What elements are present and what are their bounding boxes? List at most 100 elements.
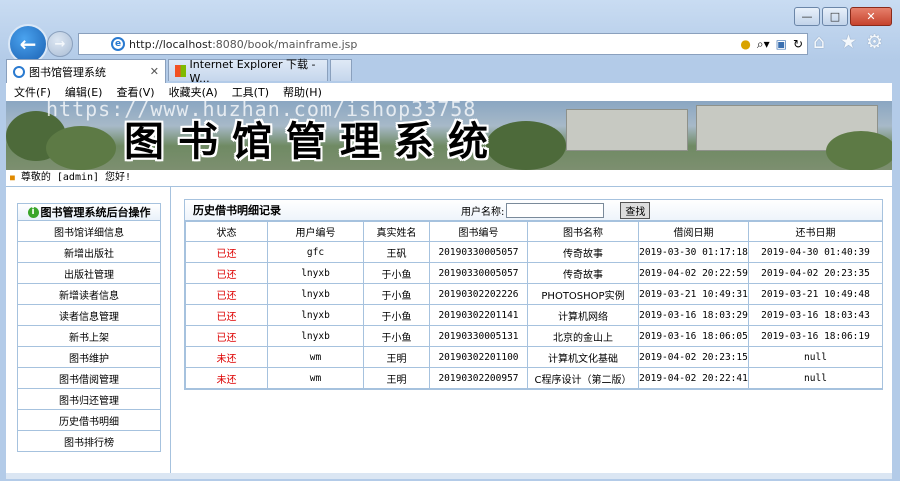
book-name-cell: C程序设计（第二版）	[527, 367, 639, 389]
sidebar-item-library-info[interactable]: 图书馆详细信息	[18, 221, 160, 242]
sidebar-item-new-books[interactable]: 新书上架	[18, 326, 160, 347]
real-name-cell: 于小鱼	[363, 262, 430, 284]
table-row: 未还 wm 王明 20190302201100 计算机文化基础 2019-04-02 20…	[185, 346, 883, 368]
search-icon[interactable]: ⌕▾	[757, 37, 770, 52]
sidebar-item-add-publisher[interactable]: 新增出版社	[18, 242, 160, 263]
favorites-star-icon[interactable]: ★	[840, 31, 857, 53]
maximize-button[interactable]: □	[822, 7, 848, 26]
borrow-date-cell: 2019-03-16 18:03:29	[638, 304, 749, 326]
menu-file[interactable]: 文件(F)	[14, 84, 51, 100]
table-row: 已还 lnyxb 于小鱼 20190302201141 计算机网络 2019-03-16 …	[185, 304, 883, 326]
real-name-cell: 于小鱼	[363, 283, 430, 305]
sidebar-item-book-ranking[interactable]: 图书排行榜	[18, 431, 160, 451]
menu-edit[interactable]: 编辑(E)	[65, 84, 103, 100]
return-date-cell: 2019-03-16 18:06:19	[748, 325, 883, 347]
history-table: 状态 用户编号 真实姓名 图书编号 图书名称 借阅日期 还书日期 已还 gfc 王矾…	[185, 221, 883, 389]
status-cell: 已还	[185, 304, 268, 326]
status-cell: 已还	[185, 241, 268, 263]
new-tab-button[interactable]	[330, 59, 352, 81]
status-cell: 未还	[185, 346, 268, 368]
column-header: 借阅日期	[638, 221, 749, 242]
frame-divider	[170, 187, 171, 473]
settings-gear-icon[interactable]: ⚙	[866, 31, 883, 53]
user-id-cell: gfc	[267, 241, 364, 263]
return-date-cell: 2019-04-30 01:40:39	[748, 241, 883, 263]
user-name-label: 用户名称:	[461, 206, 505, 218]
panel-title: 历史借书明细记录	[193, 204, 281, 217]
info-icon: i	[27, 206, 39, 218]
browser-window: — □ ✕ ← → e http://localhost:8080/book/m…	[0, 0, 900, 481]
borrow-date-cell: 2019-04-02 20:22:41	[638, 367, 749, 389]
table-header-row: 状态 用户编号 真实姓名 图书编号 图书名称 借阅日期 还书日期	[185, 221, 883, 242]
search-button[interactable]: 查找	[620, 201, 651, 219]
borrow-date-cell: 2019-03-21 10:49:31	[638, 283, 749, 305]
book-id-cell: 20190330005057	[429, 262, 528, 284]
user-id-cell: lnyxb	[267, 283, 364, 305]
real-name-cell: 王明	[363, 346, 430, 368]
windows-logo-icon	[175, 64, 186, 77]
user-id-cell: wm	[267, 346, 364, 368]
close-window-button[interactable]: ✕	[850, 7, 892, 26]
sidebar-item-publisher-manage[interactable]: 出版社管理	[18, 263, 160, 284]
column-header: 用户编号	[267, 221, 364, 242]
forward-button[interactable]: →	[47, 31, 73, 57]
table-row: 已还 gfc 王矾 20190330005057 传奇故事 2019-03-30 01:1…	[185, 241, 883, 263]
menu-view[interactable]: 查看(V)	[116, 84, 154, 100]
table-row: 已还 lnyxb 于小鱼 20190330005057 传奇故事 2019-04-02 2…	[185, 262, 883, 284]
greeting-bar: ■ 尊敬的 [admin] 您好!	[6, 170, 892, 187]
refresh-icon[interactable]: ↻	[793, 37, 803, 52]
back-button[interactable]: ←	[8, 24, 48, 64]
minimize-button[interactable]: —	[794, 7, 820, 26]
address-bar[interactable]: e http://localhost:8080/book/mainframe.j…	[78, 33, 808, 55]
real-name-cell: 于小鱼	[363, 325, 430, 347]
borrow-date-cell: 2019-03-16 18:06:05	[638, 325, 749, 347]
sidebar-item-add-reader[interactable]: 新增读者信息	[18, 284, 160, 305]
user-name-input[interactable]	[506, 202, 605, 218]
address-url[interactable]: http://localhost:8080/book/mainframe.jsp	[129, 38, 740, 51]
sidebar-item-reader-manage[interactable]: 读者信息管理	[18, 305, 160, 326]
tab-ie-download[interactable]: Internet Explorer 下载 - W...	[168, 58, 328, 85]
user-id-cell: lnyxb	[267, 325, 364, 347]
book-id-cell: 20190302201141	[429, 304, 528, 326]
menu-bar: 文件(F) 编辑(E) 查看(V) 收藏夹(A) 工具(T) 帮助(H)	[6, 83, 892, 102]
arrow-right-icon: →	[54, 36, 66, 52]
real-name-cell: 王矾	[363, 241, 430, 263]
watermark-text: https://www.huzhan.com/ishop33758	[46, 101, 477, 121]
book-id-cell: 20190302202226	[429, 283, 528, 305]
menu-tools[interactable]: 工具(T)	[232, 84, 269, 100]
borrow-date-cell: 2019-03-30 01:17:18	[638, 241, 749, 263]
ie-page-icon: e	[111, 37, 125, 51]
book-name-cell: 计算机文化基础	[527, 346, 639, 368]
sidebar-item-return-manage[interactable]: 图书归还管理	[18, 389, 160, 410]
table-row: 未还 wm 王明 20190302200957 C程序设计（第二版） 2019-04-02…	[185, 367, 883, 389]
return-date-cell: null	[748, 367, 883, 389]
column-header: 真实姓名	[363, 221, 430, 242]
history-panel-header: 历史借书明细记录 用户名称: 查找	[185, 200, 882, 221]
borrow-date-cell: 2019-04-02 20:23:15	[638, 346, 749, 368]
history-panel: 历史借书明细记录 用户名称: 查找 状态 用户编号 真实姓名 图书编号 图书名称	[184, 199, 883, 390]
borrow-date-cell: 2019-04-02 20:22:59	[638, 262, 749, 284]
return-date-cell: null	[748, 346, 883, 368]
user-id-cell: wm	[267, 367, 364, 389]
close-tab-icon[interactable]: ✕	[150, 65, 159, 78]
tab-library[interactable]: 图书馆管理系统 ✕	[6, 59, 166, 83]
sidebar-item-borrow-manage[interactable]: 图书借阅管理	[18, 368, 160, 389]
ie-tab-icon	[13, 65, 25, 78]
compat-icon[interactable]: ●	[740, 37, 750, 52]
menu-help[interactable]: 帮助(H)	[283, 84, 322, 100]
broken-page-icon[interactable]: ▣	[776, 37, 787, 52]
real-name-cell: 王明	[363, 367, 430, 389]
sidebar-item-book-maintain[interactable]: 图书维护	[18, 347, 160, 368]
arrow-left-icon: ←	[19, 32, 37, 56]
sidebar-item-borrow-history[interactable]: 历史借书明细	[18, 410, 160, 431]
page-content: 图书馆管理系统 https://www.huzhan.com/ishop3375…	[6, 101, 892, 473]
book-name-cell: 北京的金山上	[527, 325, 639, 347]
site-banner: 图书馆管理系统 https://www.huzhan.com/ishop3375…	[6, 101, 892, 170]
bullet-icon: ■	[10, 173, 15, 182]
home-icon[interactable]: ⌂	[813, 31, 825, 53]
menu-favorites[interactable]: 收藏夹(A)	[169, 84, 218, 100]
column-header: 图书名称	[527, 221, 639, 242]
sidebar-header: i 图书管理系统后台操作	[18, 204, 160, 221]
table-row: 已还 lnyxb 于小鱼 20190302202226 PHOTOSHOP实例 2019-…	[185, 283, 883, 305]
table-row: 已还 lnyxb 于小鱼 20190330005131 北京的金山上 2019-03-16…	[185, 325, 883, 347]
